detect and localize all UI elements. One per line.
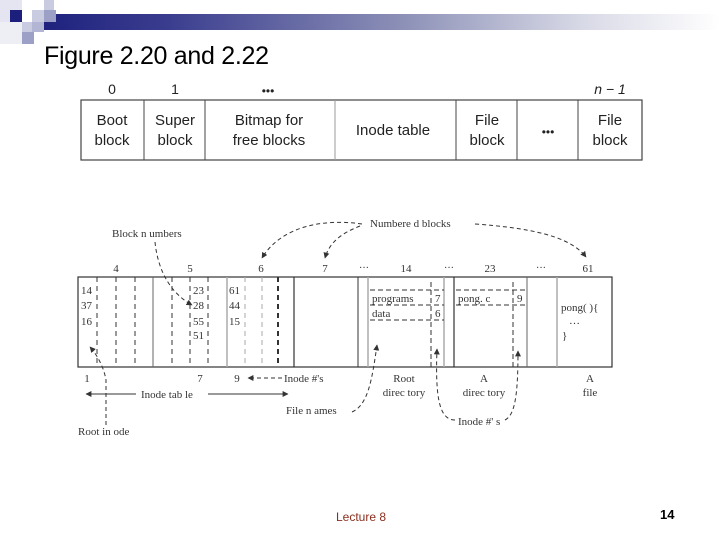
block-label-dots: ••• xyxy=(262,84,275,98)
label-root-inode: Root in ode xyxy=(78,426,129,438)
block-number: 7 xyxy=(322,263,328,275)
block-number: 4 xyxy=(113,263,119,275)
cell-bitmap-line1: Bitmap for xyxy=(235,112,303,129)
page-number: 14 xyxy=(660,507,675,522)
block-number: 23 xyxy=(485,263,497,275)
cell-file2-line2: block xyxy=(592,132,628,149)
a-file-line: pong( ){ xyxy=(561,302,598,314)
block-number: 5 xyxy=(187,263,193,275)
block-label-last: n − 1 xyxy=(594,81,626,97)
block-number: 14 xyxy=(401,263,413,275)
root-dir-label-line2: direc tory xyxy=(383,387,426,399)
inode-number: 1 xyxy=(84,373,90,385)
inode7-block: 23 xyxy=(193,285,205,297)
inode-number: 7 xyxy=(197,373,203,385)
a-dir-entry-inode: 9 xyxy=(517,293,523,305)
cell-boot-line1: Boot xyxy=(97,112,129,129)
cell-boot-line2: block xyxy=(94,132,130,149)
inode-dividers xyxy=(96,277,279,367)
cell-super-line2: block xyxy=(157,132,193,149)
inode1-block: 16 xyxy=(81,316,93,328)
inode1-block: 37 xyxy=(81,300,93,312)
inode7-block: 51 xyxy=(193,330,204,342)
label-block-numbers: Block n umbers xyxy=(112,228,182,240)
block-number: ··· xyxy=(444,263,454,274)
label-file-names: File n ames xyxy=(286,405,337,417)
block-label-0: 0 xyxy=(108,81,116,97)
cell-bitmap-line2: free blocks xyxy=(233,132,306,149)
a-file-label-line1: A xyxy=(586,373,594,385)
a-dir-entry-name: pong. c xyxy=(458,293,491,305)
inode9-block: 44 xyxy=(229,300,241,312)
a-file-line: } xyxy=(562,330,567,342)
block-number: 6 xyxy=(258,263,264,275)
cell-file2-line1: File xyxy=(598,112,622,129)
a-file-label-line2: file xyxy=(583,387,598,399)
block-number: ··· xyxy=(359,263,369,274)
label-inode-table: Inode tab le xyxy=(141,389,193,401)
cell-inode-table: Inode table xyxy=(356,122,430,139)
label-inode-numbers-top: Inode #'s xyxy=(284,373,324,385)
inode9-block: 61 xyxy=(229,285,240,297)
cell-file1-line2: block xyxy=(469,132,505,149)
disk-layout-diagram: 0 1 ••• n − 1 Boot block Super block Bit… xyxy=(80,81,643,161)
root-dir-entry-inode: 6 xyxy=(435,308,441,320)
blocks-frame xyxy=(77,276,613,368)
root-dir-label-line1: Root xyxy=(393,373,414,385)
root-dir-entry-name: programs xyxy=(372,293,414,305)
block-number: ··· xyxy=(536,263,546,274)
inode9-block: 15 xyxy=(229,316,241,328)
cell-super-line1: Super xyxy=(155,112,195,129)
cell-dots: ••• xyxy=(542,125,555,139)
inode7-block: 28 xyxy=(193,300,205,312)
block-number: 61 xyxy=(583,263,594,275)
inode-lookup-diagram: Block n umbers Numbere d blocks 4 5 6 7 … xyxy=(77,218,613,438)
root-dir-entry-name: data xyxy=(372,308,390,320)
root-dir-entry-inode: 7 xyxy=(435,293,441,305)
footer-lecture: Lecture 8 xyxy=(336,510,387,524)
a-file-line: … xyxy=(569,315,580,327)
diagram-canvas: 0 1 ••• n − 1 Boot block Super block Bit… xyxy=(77,81,643,438)
inode1-block: 14 xyxy=(81,285,93,297)
label-inode-numbers-bottom: Inode #' s xyxy=(458,416,500,428)
a-dir-label-line1: A xyxy=(480,373,488,385)
a-dir-label-line2: direc tory xyxy=(463,387,506,399)
inode7-block: 55 xyxy=(193,316,205,328)
cell-file1-line1: File xyxy=(475,112,499,129)
inode-number: 9 xyxy=(234,373,240,385)
label-numbered-blocks: Numbere d blocks xyxy=(370,218,451,230)
block-label-1: 1 xyxy=(171,81,179,97)
